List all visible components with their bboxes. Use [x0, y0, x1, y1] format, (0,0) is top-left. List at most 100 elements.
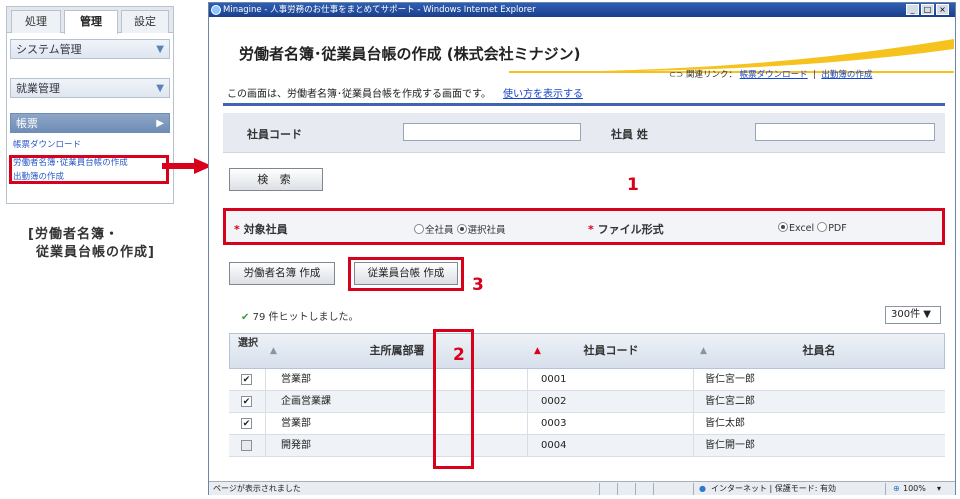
cell-dept: 企画営業課 [281, 396, 331, 407]
window-titlebar: Minagine - 人事労務のお仕事をまとめてサポート - Windows I… [209, 3, 955, 17]
table-header: 選択 ▲ 主所属部署 ▲ 社員コード ▲ 社員名 [229, 333, 945, 369]
screen-caption: [労働者名簿・ 従業員台帳の作成] [28, 226, 203, 262]
cell-name: 皆仁宮一郎 [705, 374, 755, 385]
output-options-panel: * 対象社員 全社員 選択社員 * ファイル形式 Excel PDF [223, 208, 945, 245]
search-button[interactable]: 検 索 [229, 168, 323, 191]
cell-dept: 開発部 [281, 440, 311, 451]
menu-section-reports[interactable]: 帳票 ▶ [10, 113, 170, 133]
col-header-select: 選択 [238, 338, 258, 349]
sort-icon: ▲ [270, 346, 277, 356]
search-criteria-panel: 社員コード 社員 姓 [223, 113, 945, 153]
zoom-dropdown-icon[interactable]: ▾ [937, 482, 941, 495]
tab-management[interactable]: 管理 [64, 10, 118, 34]
table-row: ✔ 営業部 0001 皆仁宮一郎 [229, 369, 945, 391]
menu-section-label: 就業管理 [16, 82, 60, 95]
row-select-checkbox[interactable]: ✔ [241, 440, 252, 451]
description-text: この画面は、労働者名簿･従業員台帳を作成する画面です。 [227, 89, 491, 100]
link-chain-icon: ⊂⊃ [669, 70, 684, 80]
cell-dept: 営業部 [281, 418, 311, 429]
status-divider [635, 483, 636, 495]
maximize-button[interactable]: □ [921, 4, 934, 15]
last-name-label: 社員 姓 [611, 128, 648, 141]
table-row: ✔ 営業部 0003 皆仁太郎 [229, 413, 945, 435]
page-title: 労働者名簿･従業員台帳の作成 (株式会社ミナジン) [239, 45, 581, 63]
radio-label: PDF [828, 223, 847, 234]
col-header-dept[interactable]: ▲ 主所属部署 [266, 334, 528, 368]
cell-name: 皆仁太郎 [705, 418, 745, 429]
link-separator: | [813, 70, 816, 80]
format-radio-group: Excel PDF [778, 222, 847, 234]
expand-down-icon: ▼ [156, 44, 164, 55]
cell-name: 皆仁開一郎 [705, 440, 755, 451]
page-description: この画面は、労働者名簿･従業員台帳を作成する画面です。 使い方を表示する [227, 85, 583, 100]
column-divider [265, 369, 266, 457]
table-row: ✔ 企画営業課 0002 皆仁宮二郎 [229, 391, 945, 413]
browser-window: Minagine - 人事労務のお仕事をまとめてサポート - Windows I… [208, 2, 956, 495]
sidebar-item-report-download[interactable]: 帳票ダウンロード [13, 138, 81, 150]
cell-code: 0004 [541, 440, 567, 451]
radio-pdf[interactable]: PDF [817, 222, 847, 234]
expand-right-icon: ▶ [156, 118, 164, 129]
expand-down-icon: ▼ [156, 83, 164, 94]
radio-selected-employees[interactable]: 選択社員 [456, 224, 506, 236]
annotation-number-2: 2 [453, 345, 465, 365]
hit-count-text: 79 件ヒットしました。 [252, 312, 359, 323]
tab-processing[interactable]: 処理 [11, 10, 61, 33]
status-divider [617, 483, 618, 495]
tab-settings[interactable]: 設定 [121, 10, 169, 33]
link-report-download[interactable]: 帳票ダウンロード [740, 70, 808, 80]
row-select-checkbox[interactable]: ✔ [241, 396, 252, 407]
radio-icon [456, 224, 467, 234]
target-employee-label: * 対象社員 [234, 221, 288, 237]
zoom-level[interactable]: 100% [903, 482, 926, 495]
employee-code-label: 社員コード [247, 128, 302, 141]
menu-section-label: 帳票 [16, 117, 38, 130]
status-divider [693, 483, 694, 495]
radio-excel[interactable]: Excel [778, 222, 814, 234]
minimize-button[interactable]: _ [906, 4, 919, 15]
create-roster-button[interactable]: 労働者名簿 作成 [229, 262, 335, 285]
annotation-number-1: 1 [627, 175, 639, 195]
status-divider [653, 483, 654, 495]
create-ledger-button[interactable]: 従業員台帳 作成 [354, 262, 458, 285]
col-header-code[interactable]: ▲ 社員コード [528, 334, 694, 368]
caption-line: [労働者名簿・ [28, 227, 119, 242]
col-header-text: 社員名 [802, 344, 836, 357]
format-label-text: ファイル形式 [597, 223, 664, 236]
row-select-checkbox[interactable]: ✔ [241, 374, 252, 385]
cell-code: 0003 [541, 418, 567, 429]
radio-label: 全社員 [425, 225, 454, 236]
status-divider [599, 483, 600, 495]
required-mark: * [588, 223, 594, 236]
cell-dept: 営業部 [281, 374, 311, 385]
menu-section-system[interactable]: システム管理 ▼ [10, 39, 170, 59]
menu-section-work[interactable]: 就業管理 ▼ [10, 78, 170, 98]
howto-link[interactable]: 使い方を表示する [503, 89, 583, 100]
menu-tabs: 処理 管理 設定 [7, 7, 173, 34]
radio-icon [778, 222, 788, 232]
header-divider [223, 103, 945, 106]
last-name-input[interactable] [755, 123, 935, 141]
row-select-checkbox[interactable]: ✔ [241, 418, 252, 429]
target-radio-group: 全社員 選択社員 [414, 222, 506, 236]
sort-icon: ▲ [700, 346, 707, 356]
col-header-name[interactable]: ▲ 社員名 [694, 334, 944, 368]
employee-code-input[interactable] [403, 123, 581, 141]
highlight-box [9, 155, 169, 184]
cell-code: 0001 [541, 374, 567, 385]
target-label-text: 対象社員 [243, 223, 288, 236]
required-mark: * [234, 223, 240, 236]
close-button[interactable]: × [936, 4, 949, 15]
radio-icon [414, 224, 424, 234]
status-bar: ページが表示されました ● インターネット | 保護モード: 有効 ⊕ 100%… [209, 481, 955, 495]
status-text: ページが表示されました [213, 484, 301, 493]
callout-arrow-icon [162, 158, 212, 174]
per-page-select[interactable]: 300件 ▼ [885, 306, 941, 324]
radio-all-employees[interactable]: 全社員 [414, 224, 454, 236]
radio-label: 選択社員 [467, 225, 506, 236]
col-header-text: 主所属部署 [369, 344, 425, 357]
link-attendance-book[interactable]: 出勤簿の作成 [821, 70, 872, 80]
table-row: ✔ 開発部 0004 皆仁開一郎 [229, 435, 945, 457]
browser-logo-icon [211, 5, 221, 15]
zoom-icon: ⊕ [893, 484, 900, 493]
